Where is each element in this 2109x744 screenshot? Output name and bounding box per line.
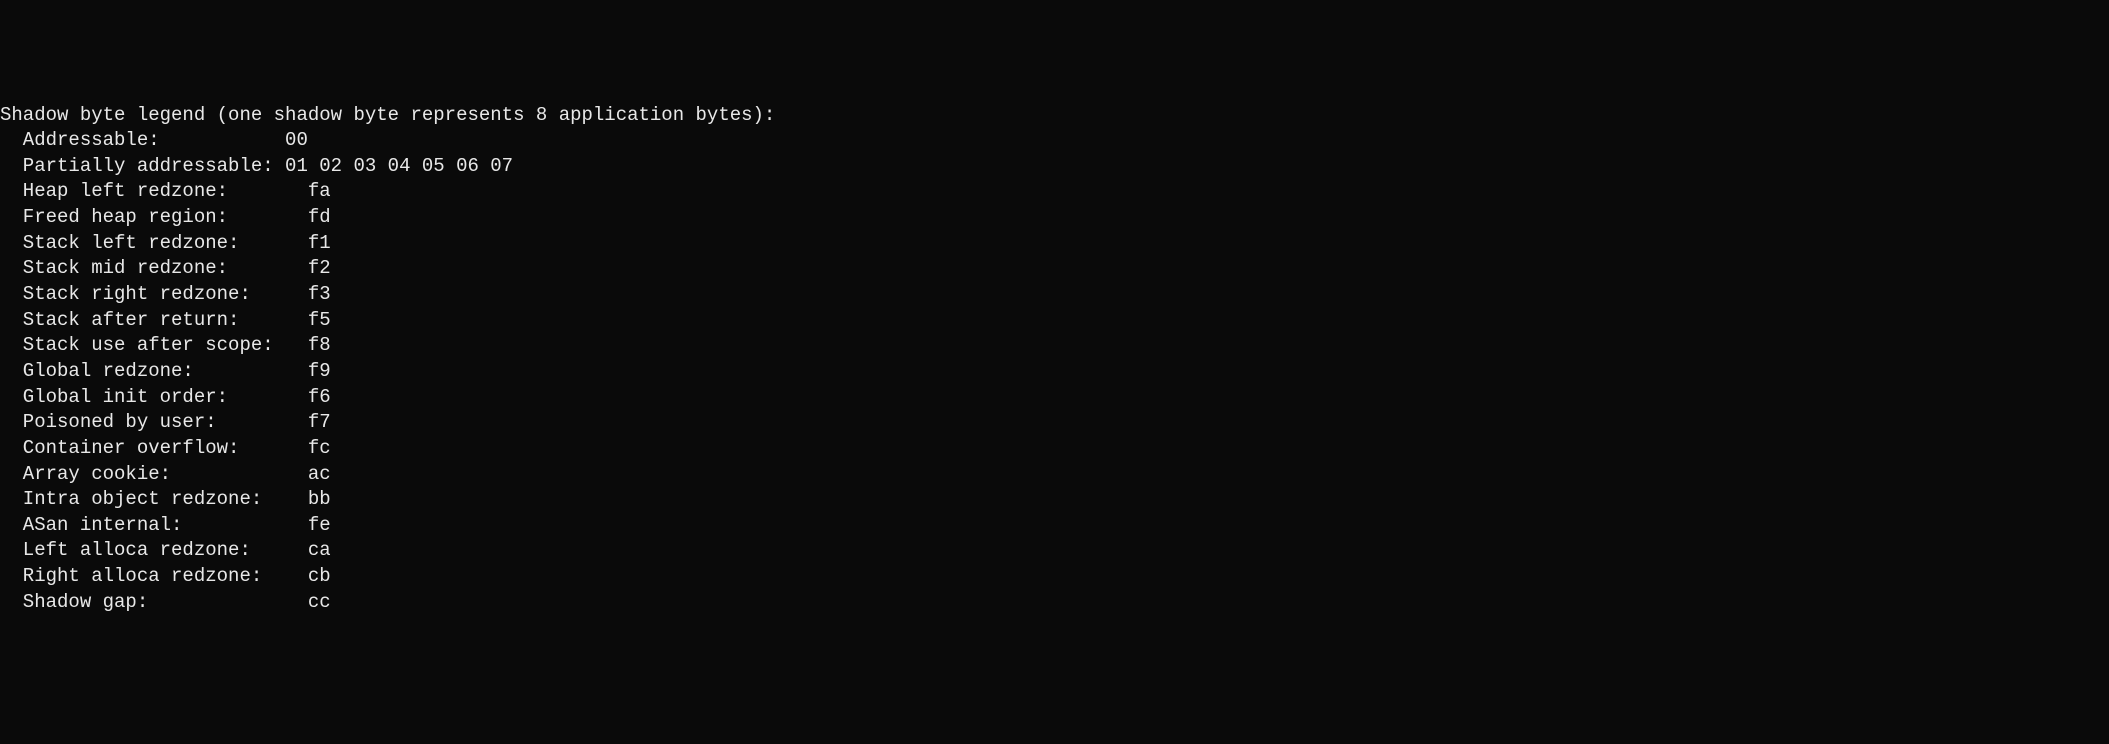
legend-label: Global redzone: — [0, 360, 308, 382]
legend-row: Shadow gap: cc — [0, 590, 2109, 616]
legend-value: f8 — [308, 334, 331, 356]
legend-row: Intra object redzone: bb — [0, 487, 2109, 513]
legend-row: Heap left redzone: fa — [0, 179, 2109, 205]
legend-row: Addressable: 00 — [0, 128, 2109, 154]
legend-label: Shadow gap: — [0, 591, 308, 613]
legend-row: Array cookie: ac — [0, 462, 2109, 488]
legend-row: Stack after return: f5 — [0, 308, 2109, 334]
legend-value: f9 — [308, 360, 331, 382]
legend-label: Global init order: — [0, 386, 308, 408]
legend-row: Poisoned by user: f7 — [0, 410, 2109, 436]
legend-row: Global init order: f6 — [0, 385, 2109, 411]
legend-label: Stack use after scope: — [0, 334, 308, 356]
legend-row: Partially addressable: 01 02 03 04 05 06… — [0, 154, 2109, 180]
legend-value: fe — [308, 514, 331, 536]
legend-row: Global redzone: f9 — [0, 359, 2109, 385]
legend-value: ca — [308, 539, 331, 561]
legend-row: Freed heap region: fd — [0, 205, 2109, 231]
legend-value: f6 — [308, 386, 331, 408]
legend-value: f1 — [308, 232, 331, 254]
legend-label: Freed heap region: — [0, 206, 308, 228]
legend-label: Stack left redzone: — [0, 232, 308, 254]
legend-label: Poisoned by user: — [0, 411, 308, 433]
legend-label: Stack after return: — [0, 309, 308, 331]
legend-title: Shadow byte legend (one shadow byte repr… — [0, 103, 2109, 129]
legend-value: fc — [308, 437, 331, 459]
legend-label: Intra object redzone: — [0, 488, 308, 510]
legend-value: cc — [308, 591, 331, 613]
legend-row: Left alloca redzone: ca — [0, 538, 2109, 564]
legend-value: fd — [308, 206, 331, 228]
legend-value: cb — [308, 565, 331, 587]
legend-label: Stack mid redzone: — [0, 257, 308, 279]
legend-value: 01 02 03 04 05 06 07 — [285, 155, 513, 177]
legend-row: Stack right redzone: f3 — [0, 282, 2109, 308]
legend-value: f3 — [308, 283, 331, 305]
legend-row: Stack mid redzone: f2 — [0, 256, 2109, 282]
legend-row: Right alloca redzone: cb — [0, 564, 2109, 590]
legend-label: Left alloca redzone: — [0, 539, 308, 561]
legend-row: Stack use after scope: f8 — [0, 333, 2109, 359]
legend-value: f2 — [308, 257, 331, 279]
legend-row: Container overflow: fc — [0, 436, 2109, 462]
legend-label: Container overflow: — [0, 437, 308, 459]
legend-label: Right alloca redzone: — [0, 565, 308, 587]
legend-value: fa — [308, 180, 331, 202]
legend-label: Stack right redzone: — [0, 283, 308, 305]
legend-label: Addressable: — [0, 129, 285, 151]
legend-value: f7 — [308, 411, 331, 433]
legend-row: Stack left redzone: f1 — [0, 231, 2109, 257]
legend-value: 00 — [285, 129, 308, 151]
legend-label: Partially addressable: — [0, 155, 285, 177]
legend-label: ASan internal: — [0, 514, 308, 536]
legend-row: ASan internal: fe — [0, 513, 2109, 539]
legend-label: Array cookie: — [0, 463, 308, 485]
legend-value: bb — [308, 488, 331, 510]
legend-label: Heap left redzone: — [0, 180, 308, 202]
legend-value: f5 — [308, 309, 331, 331]
legend-value: ac — [308, 463, 331, 485]
